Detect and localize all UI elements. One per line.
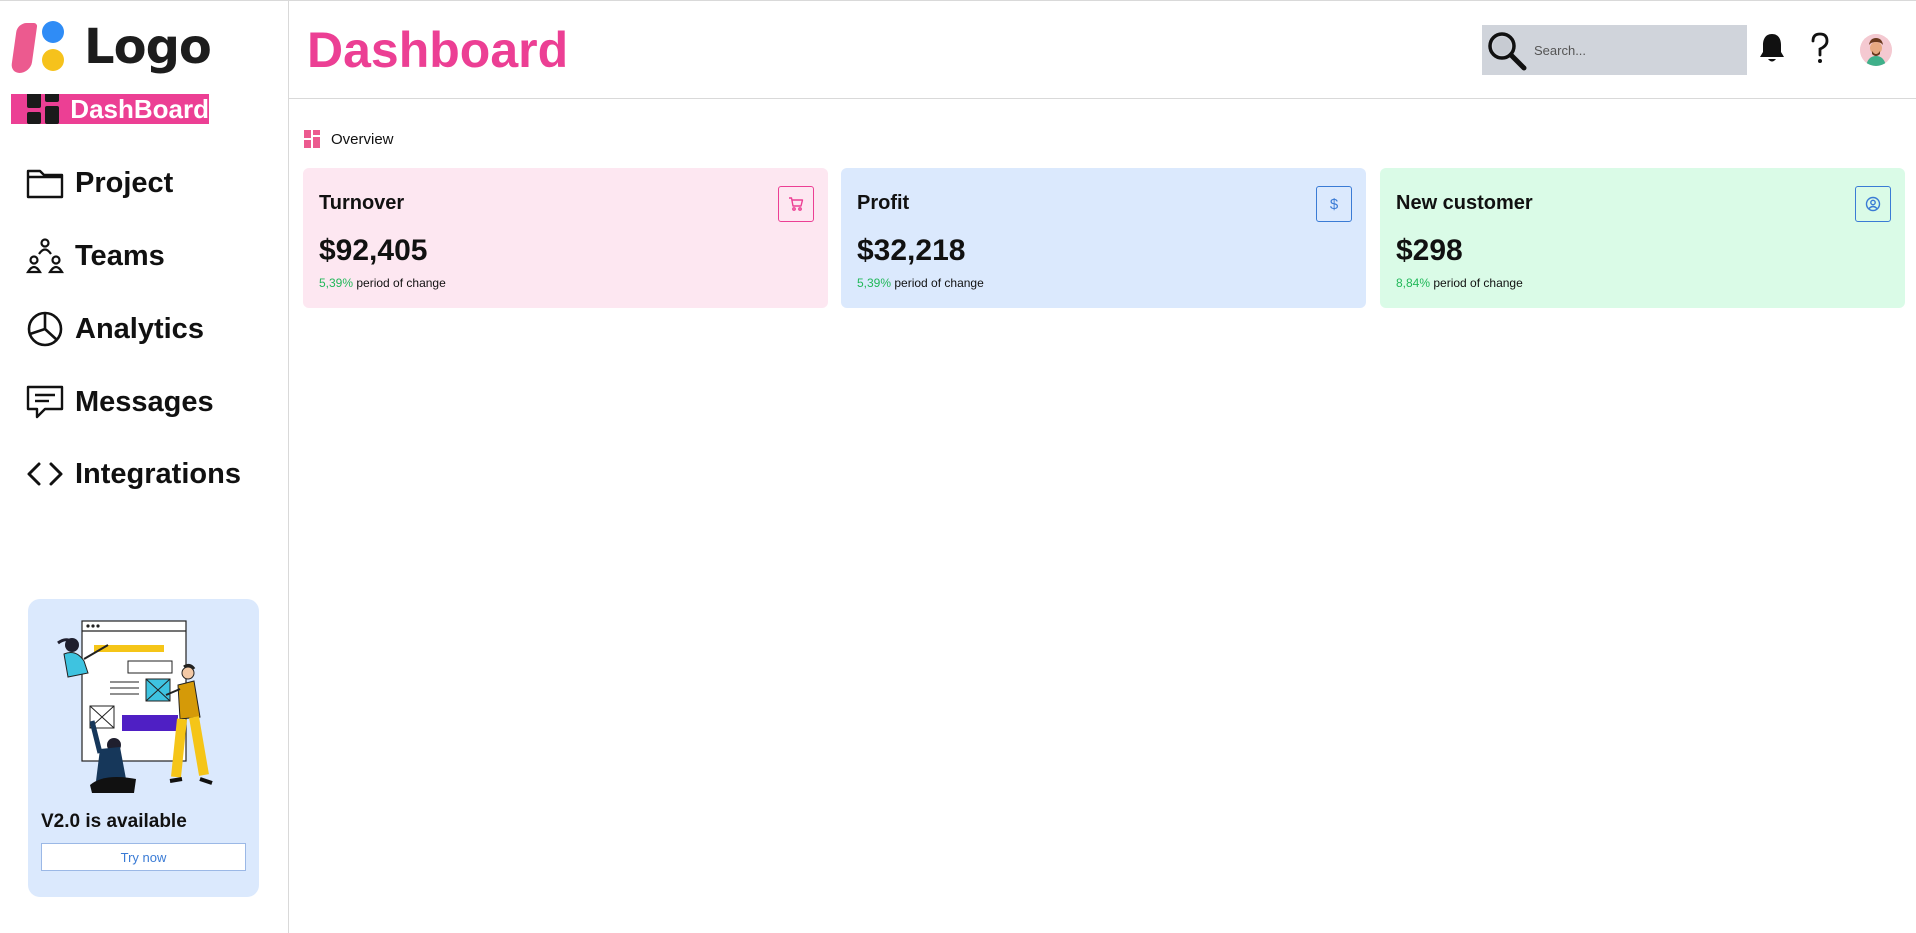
card-change: 5,39% period of change: [857, 276, 984, 290]
sidebar-item-messages[interactable]: Messages: [25, 380, 214, 424]
card-value: $92,405: [319, 234, 428, 267]
user-avatar-icon: [1860, 34, 1892, 66]
dollar-icon[interactable]: $: [1316, 186, 1352, 222]
sidebar-item-label: Project: [75, 166, 174, 199]
logo-mark-icon: [10, 19, 70, 75]
logo-text: Logo: [84, 19, 212, 75]
sidebar-item-integrations[interactable]: Integrations: [25, 452, 241, 496]
promo-card: V2.0 is available Try now: [28, 599, 259, 897]
user-circle-icon[interactable]: [1855, 186, 1891, 222]
card-value: $32,218: [857, 234, 966, 267]
logo[interactable]: Logo: [10, 19, 212, 75]
sidebar-item-label: Integrations: [75, 457, 241, 490]
top-header: Dashboard: [289, 0, 1916, 99]
search-bar[interactable]: [1482, 25, 1747, 75]
change-text: period of change: [353, 276, 446, 290]
pie-chart-icon: [27, 311, 63, 347]
sidebar-item-project[interactable]: Project: [25, 161, 173, 205]
change-percent: 5,39%: [319, 276, 354, 290]
change-text: period of change: [891, 276, 984, 290]
search-icon: [1488, 32, 1527, 71]
sidebar-item-analytics[interactable]: Analytics: [25, 307, 204, 351]
card-change: 5,39% period of change: [319, 276, 446, 290]
stat-card-turnover: Turnover $92,405 5,39% period of change: [303, 168, 828, 308]
page-title: Dashboard: [307, 22, 569, 78]
card-change: 8,84% period of change: [1396, 276, 1523, 290]
overview-label: Overview: [331, 130, 394, 148]
stat-card-profit: Profit $ $32,218 5,39% period of change: [841, 168, 1366, 308]
search-input[interactable]: [1534, 42, 1734, 58]
change-percent: 5,39%: [857, 276, 892, 290]
card-title: Turnover: [319, 192, 405, 214]
sidebar-item-dashboard[interactable]: DashBoard: [11, 94, 209, 124]
dashboard-grid-icon: [27, 94, 60, 124]
overview-grid-icon: [304, 130, 320, 148]
sidebar-item-teams[interactable]: Teams: [25, 234, 165, 278]
card-value: $298: [1396, 234, 1463, 267]
overview-section-header: Overview: [304, 130, 394, 148]
team-icon: [26, 238, 64, 274]
card-title: Profit: [857, 192, 910, 214]
card-title: New customer: [1396, 192, 1533, 214]
bell-icon[interactable]: [1757, 31, 1787, 65]
app-root: Logo DashBoard Project Teams Analytics M…: [0, 0, 1916, 933]
team-collaboration-illustration: [57, 620, 213, 793]
stat-card-new-customer: New customer $298 8,84% period of change: [1380, 168, 1905, 308]
folder-icon: [26, 169, 64, 199]
sidebar: Logo DashBoard Project Teams Analytics M…: [0, 0, 289, 933]
avatar[interactable]: [1860, 34, 1892, 66]
change-percent: 8,84%: [1396, 276, 1431, 290]
message-icon: [26, 385, 64, 419]
change-text: period of change: [1430, 276, 1523, 290]
cart-icon[interactable]: [778, 186, 814, 222]
sidebar-item-label: Analytics: [75, 312, 204, 345]
sidebar-item-label: DashBoard: [70, 94, 209, 124]
help-icon[interactable]: [1808, 31, 1832, 67]
code-icon: [27, 462, 63, 486]
try-now-button[interactable]: Try now: [41, 843, 246, 871]
promo-title: V2.0 is available: [41, 811, 187, 832]
sidebar-item-label: Teams: [75, 239, 165, 272]
sidebar-item-label: Messages: [75, 385, 214, 418]
